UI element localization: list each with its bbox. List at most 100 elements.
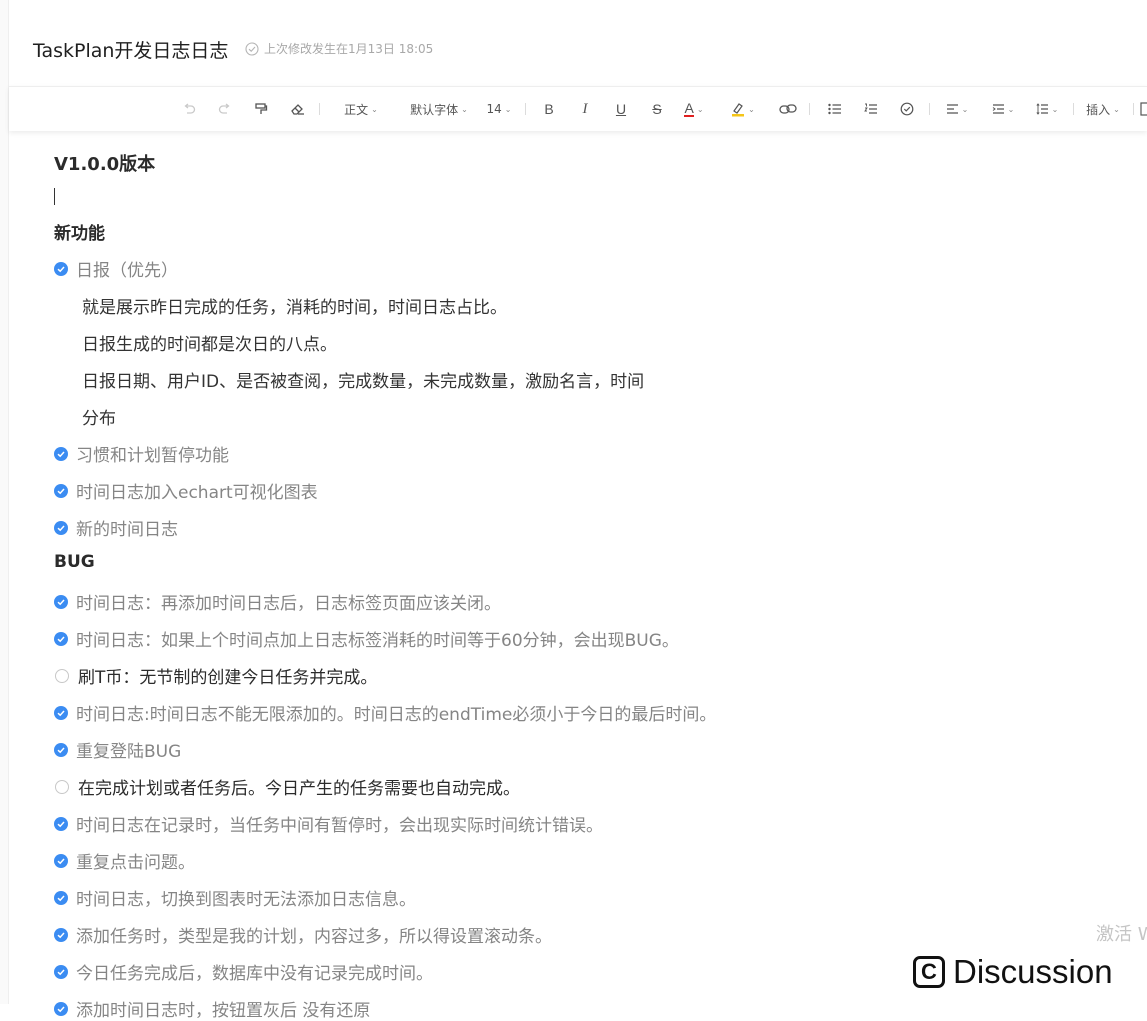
task-text: 日报（优先） — [76, 261, 178, 281]
redo-button[interactable] — [215, 87, 235, 131]
paragraph-style-value: 正文 — [344, 102, 369, 117]
toolbar-divider — [809, 103, 810, 115]
task-list-button[interactable] — [897, 87, 917, 131]
underline-button[interactable]: U — [611, 87, 631, 131]
bold-button[interactable]: B — [539, 87, 559, 131]
strikethrough-button[interactable]: S — [647, 87, 667, 131]
redo-icon — [218, 103, 230, 114]
chevron-down-icon: ⌄ — [1007, 104, 1015, 114]
highlight-color-button[interactable]: ⌄ — [725, 87, 761, 131]
insert-label: 插入 — [1086, 102, 1111, 117]
unchecked-circle-icon[interactable] — [55, 779, 69, 794]
document-header: TaskPlan开发日志日志 上次修改发生在1月13日 18:05 — [9, 0, 1147, 86]
chevron-down-icon: ⌄ — [696, 104, 704, 114]
line-height-icon — [1036, 103, 1048, 115]
toolbar-divider — [525, 103, 526, 115]
bullet-list-button[interactable] — [825, 87, 845, 131]
highlighter-icon — [732, 103, 745, 117]
toolbar-divider — [319, 103, 320, 115]
chevron-down-icon: ⌄ — [1113, 104, 1120, 114]
undo-button[interactable] — [179, 87, 199, 131]
checked-circle-icon[interactable] — [54, 890, 68, 905]
chevron-down-icon: ⌄ — [1051, 104, 1059, 114]
eraser-icon — [290, 104, 304, 115]
chevron-down-icon: ⌄ — [371, 104, 378, 114]
activation-watermark: 激活 W — [1096, 924, 1147, 945]
checked-circle-icon[interactable] — [54, 816, 68, 831]
task-item: 添加任务时，类型是我的计划，内容过多，所以得设置滚动条。 — [54, 922, 552, 947]
ordered-list-button[interactable] — [861, 87, 881, 131]
task-item: 时间日志：如果上个时间点加上日志标签消耗的时间等于60分钟，会出现BUG。 — [54, 626, 679, 651]
checkbox-circle-icon — [900, 102, 914, 116]
task-item: 刷T币：无节制的创建今日任务并完成。 — [54, 663, 377, 688]
task-item: 时间日志加入echart可视化图表 — [54, 478, 318, 503]
clear-format-button[interactable] — [287, 87, 307, 131]
undo-icon — [184, 103, 196, 114]
checked-circle-icon[interactable] — [54, 742, 68, 757]
font-size-select[interactable]: 14 ⌄ — [483, 87, 515, 131]
task-text: 重复登陆BUG — [76, 742, 182, 762]
link-button[interactable] — [777, 87, 799, 131]
bullet-list-icon — [828, 103, 841, 115]
task-item: 重复登陆BUG — [54, 737, 181, 762]
indent-button[interactable]: ⌄ — [987, 87, 1019, 131]
strikethrough-icon: S — [652, 101, 662, 117]
bold-icon: B — [544, 101, 554, 117]
toolbar-divider — [929, 103, 930, 115]
checked-circle-icon[interactable] — [54, 927, 68, 942]
task-text: 添加时间日志时，按钮置灰后 没有还原 — [76, 1001, 371, 1021]
task-item: 新的时间日志 — [54, 515, 178, 540]
bug-heading: BUG — [54, 552, 95, 572]
checked-circle-icon[interactable] — [54, 446, 68, 461]
format-painter-button[interactable] — [251, 87, 271, 131]
indent-icon — [992, 104, 1004, 114]
table-button[interactable] — [1140, 87, 1147, 131]
chevron-down-icon: ⌄ — [461, 104, 468, 114]
align-button[interactable]: ⌄ — [941, 87, 973, 131]
text-cursor — [54, 188, 55, 205]
task-text: 今日任务完成后，数据库中没有记录完成时间。 — [76, 964, 433, 984]
task-text: 在完成计划或者任务后。今日产生的任务需要也自动完成。 — [78, 779, 520, 799]
features-heading: 新功能 — [54, 224, 105, 244]
save-status: 上次修改发生在1月13日 18:05 — [245, 40, 433, 57]
task-text: 时间日志加入echart可视化图表 — [76, 483, 318, 503]
italic-icon: I — [582, 100, 588, 117]
chevron-down-icon: ⌄ — [748, 104, 755, 114]
font-size-value: 14 — [486, 102, 502, 116]
task-item: 时间日志在记录时，当任务中间有暂停时，会出现实际时间统计错误。 — [54, 811, 603, 836]
unchecked-circle-icon[interactable] — [55, 668, 69, 683]
task-text: 重复点击问题。 — [76, 853, 195, 873]
paragraph: 就是展示昨日完成的任务，消耗的时间，时间日志占比。 — [82, 298, 507, 318]
paragraph-style-select[interactable]: 正文 ⌄ — [339, 87, 383, 131]
font-family-select[interactable]: 默认字体 ⌄ — [407, 87, 471, 131]
checked-circle-icon[interactable] — [54, 594, 68, 609]
discussion-overlay[interactable]: C Discussion — [913, 953, 1113, 991]
checked-circle-icon[interactable] — [54, 520, 68, 535]
italic-button[interactable]: I — [575, 87, 595, 131]
format-painter-icon — [255, 103, 268, 114]
task-item: 在完成计划或者任务后。今日产生的任务需要也自动完成。 — [54, 774, 520, 799]
font-family-value: 默认字体 — [410, 102, 459, 117]
version-heading: V1.0.0版本 — [54, 154, 156, 175]
checked-circle-icon[interactable] — [54, 631, 68, 646]
align-left-icon — [946, 104, 958, 114]
task-item: 添加时间日志时，按钮置灰后 没有还原 — [54, 996, 370, 1021]
task-item: 重复点击问题。 — [54, 848, 195, 873]
left-rail — [0, 0, 9, 1004]
font-color-button[interactable]: A ⌄ — [677, 87, 711, 131]
insert-menu-button[interactable]: 插入 ⌄ — [1081, 87, 1125, 131]
document-title[interactable]: TaskPlan开发日志日志 — [33, 36, 228, 63]
task-item: 今日任务完成后，数据库中没有记录完成时间。 — [54, 959, 433, 984]
task-text: 时间日志：再添加时间日志后，日志标签页面应该关闭。 — [76, 594, 501, 614]
task-item: 日报（优先） — [54, 256, 178, 281]
checked-circle-icon[interactable] — [54, 853, 68, 868]
line-height-button[interactable]: ⌄ — [1031, 87, 1063, 131]
task-text: 新的时间日志 — [76, 520, 178, 540]
paragraph: 分布 — [82, 409, 116, 429]
checked-circle-icon[interactable] — [54, 261, 68, 276]
checked-circle-icon[interactable] — [54, 705, 68, 720]
checked-circle-icon[interactable] — [54, 483, 68, 498]
paragraph: 日报生成的时间都是次日的八点。 — [82, 335, 337, 355]
checked-circle-icon[interactable] — [54, 964, 68, 979]
font-color-icon: A — [684, 100, 694, 117]
